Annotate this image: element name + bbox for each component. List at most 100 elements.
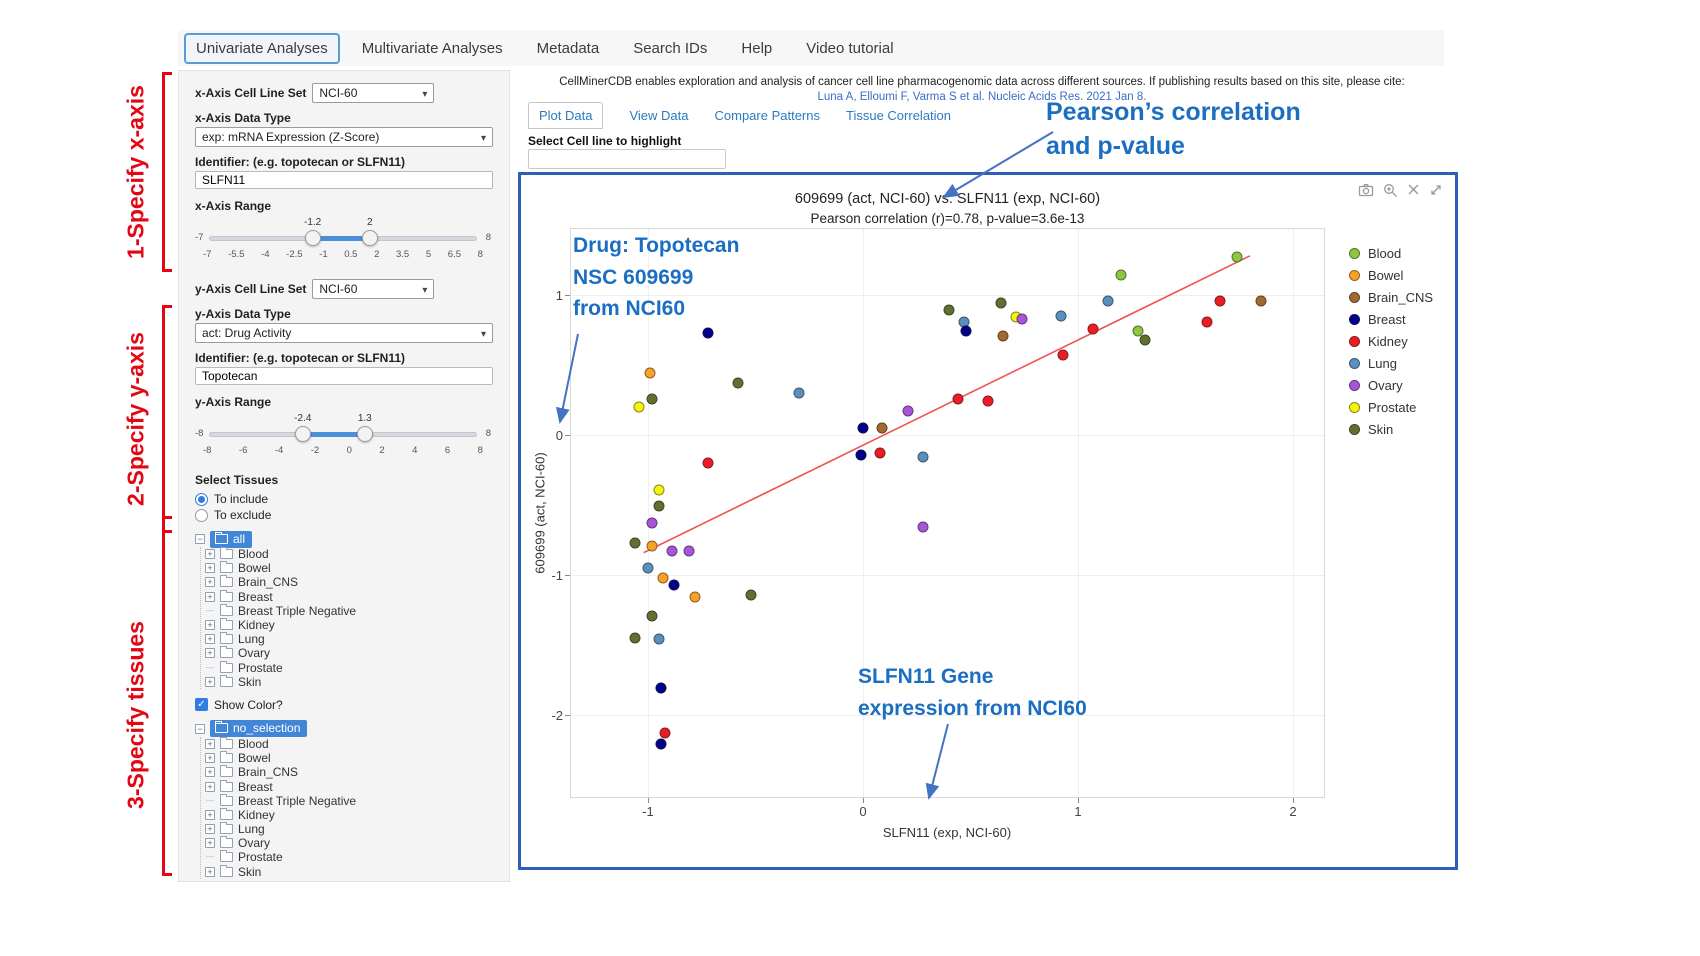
y-range-slider[interactable]: -88-2.41.3-8-6-4-202468 — [195, 413, 491, 459]
tree-nosel-item-lung[interactable]: +Lung — [205, 822, 493, 836]
camera-icon[interactable] — [1358, 183, 1374, 198]
data-point-kidney[interactable] — [1214, 295, 1225, 306]
expand-plus-icon[interactable]: + — [205, 739, 215, 749]
data-point-prostate[interactable] — [653, 484, 664, 495]
data-point-skin[interactable] — [944, 305, 955, 316]
expand-plus-icon[interactable]: + — [205, 563, 215, 573]
expand-plus-icon[interactable]: + — [205, 753, 215, 763]
close-icon[interactable] — [1407, 183, 1420, 198]
tree-nosel-item-brain-cns[interactable]: +Brain_CNS — [205, 765, 493, 779]
tree-nosel-root-expander[interactable]: − — [195, 724, 205, 734]
data-point-bowel[interactable] — [645, 368, 656, 379]
data-point-kidney[interactable] — [982, 396, 993, 407]
data-point-bowel[interactable] — [690, 592, 701, 603]
expand-plus-icon[interactable]: + — [205, 810, 215, 820]
tissue-exclude-option[interactable]: To exclude — [195, 507, 493, 523]
data-point-ovary[interactable] — [666, 546, 677, 557]
tree-nosel-item-breast-triple-negative[interactable]: —Breast Triple Negative — [205, 794, 493, 808]
tree-nosel-root[interactable]: no_selection — [210, 720, 307, 737]
tab-compare-patterns[interactable]: Compare Patterns — [715, 108, 821, 123]
tab-plot-data[interactable]: Plot Data — [528, 102, 603, 129]
data-point-skin[interactable] — [653, 501, 664, 512]
nav-help[interactable]: Help — [729, 33, 784, 64]
show-color-option[interactable]: Show Color? — [195, 697, 493, 713]
data-point-breast[interactable] — [655, 683, 666, 694]
data-point-blood[interactable] — [1232, 252, 1243, 263]
tree-all-root-expander[interactable]: − — [195, 534, 205, 544]
legend-item-brain-cns[interactable]: Brain_CNS — [1349, 291, 1433, 304]
legend-item-kidney[interactable]: Kidney — [1349, 335, 1433, 348]
expand-plus-icon[interactable]: + — [205, 648, 215, 658]
expand-plus-icon[interactable]: + — [205, 592, 215, 602]
data-point-breast[interactable] — [703, 327, 714, 338]
legend-item-lung[interactable]: Lung — [1349, 357, 1433, 370]
data-point-brain-cns[interactable] — [997, 330, 1008, 341]
y-cell-line-set-select[interactable]: NCI-60 — [312, 279, 434, 299]
x-data-type-select[interactable]: exp: mRNA Expression (Z-Score) — [195, 127, 493, 147]
expand-plus-icon[interactable]: + — [205, 824, 215, 834]
x-range-slider[interactable]: -78-1.22-7-5.5-4-2.5-10.523.556.58 — [195, 217, 491, 263]
data-point-kidney[interactable] — [703, 458, 714, 469]
data-point-ovary[interactable] — [683, 546, 694, 557]
data-point-skin[interactable] — [647, 610, 658, 621]
highlight-cell-line-input[interactable] — [528, 149, 726, 169]
x-range-handle-low[interactable] — [305, 230, 321, 246]
data-point-prostate[interactable] — [634, 402, 645, 413]
tree-all-item-breast-triple-negative[interactable]: —Breast Triple Negative — [205, 604, 493, 618]
y-data-type-select[interactable]: act: Drug Activity — [195, 323, 493, 343]
data-point-lung[interactable] — [1055, 311, 1066, 322]
data-point-breast[interactable] — [855, 449, 866, 460]
data-point-skin[interactable] — [733, 378, 744, 389]
show-color-checkbox[interactable] — [195, 698, 208, 711]
data-point-kidney[interactable] — [875, 448, 886, 459]
data-point-ovary[interactable] — [918, 522, 929, 533]
tree-all-item-kidney[interactable]: +Kidney — [205, 618, 493, 632]
tree-all-item-brain-cns[interactable]: +Brain_CNS — [205, 575, 493, 589]
data-point-skin[interactable] — [746, 589, 757, 600]
data-point-kidney[interactable] — [1057, 350, 1068, 361]
nav-search-ids[interactable]: Search IDs — [621, 33, 719, 64]
tree-nosel-item-breast[interactable]: +Breast — [205, 779, 493, 793]
data-point-breast[interactable] — [961, 326, 972, 337]
tree-all-root[interactable]: all — [210, 531, 252, 548]
data-point-ovary[interactable] — [647, 518, 658, 529]
nav-video-tutorial[interactable]: Video tutorial — [794, 33, 905, 64]
data-point-lung[interactable] — [643, 563, 654, 574]
data-point-skin[interactable] — [647, 393, 658, 404]
legend-item-bowel[interactable]: Bowel — [1349, 269, 1433, 282]
tree-all-item-bowel[interactable]: +Bowel — [205, 561, 493, 575]
tree-all-item-skin[interactable]: +Skin — [205, 675, 493, 689]
nav-multivariate-analyses[interactable]: Multivariate Analyses — [350, 33, 515, 64]
tree-nosel-item-skin[interactable]: +Skin — [205, 865, 493, 879]
legend-item-ovary[interactable]: Ovary — [1349, 379, 1433, 392]
data-point-bowel[interactable] — [658, 572, 669, 583]
data-point-breast[interactable] — [858, 423, 869, 434]
expand-icon[interactable] — [1429, 183, 1443, 198]
data-point-kidney[interactable] — [660, 728, 671, 739]
data-point-kidney[interactable] — [1088, 323, 1099, 334]
data-point-brain-cns[interactable] — [1255, 295, 1266, 306]
y-range-handle-high[interactable] — [357, 426, 373, 442]
data-point-kidney[interactable] — [1202, 316, 1213, 327]
tree-all-item-blood[interactable]: +Blood — [205, 547, 493, 561]
legend-item-skin[interactable]: Skin — [1349, 423, 1433, 436]
zoom-in-icon[interactable] — [1383, 183, 1398, 198]
data-point-skin[interactable] — [1139, 334, 1150, 345]
tree-nosel-item-prostate[interactable]: —Prostate — [205, 850, 493, 864]
expand-plus-icon[interactable]: + — [205, 634, 215, 644]
data-point-lung[interactable] — [1103, 295, 1114, 306]
nav-univariate-analyses[interactable]: Univariate Analyses — [184, 33, 340, 64]
tissue-include-option[interactable]: To include — [195, 491, 493, 507]
expand-plus-icon[interactable]: + — [205, 677, 215, 687]
data-point-skin[interactable] — [630, 537, 641, 548]
data-point-skin[interactable] — [630, 633, 641, 644]
expand-plus-icon[interactable]: + — [205, 838, 215, 848]
data-point-skin[interactable] — [995, 298, 1006, 309]
legend-item-breast[interactable]: Breast — [1349, 313, 1433, 326]
tree-all-item-breast[interactable]: +Breast — [205, 590, 493, 604]
nav-metadata[interactable]: Metadata — [525, 33, 612, 64]
data-point-brain-cns[interactable] — [877, 423, 888, 434]
x-range-handle-high[interactable] — [362, 230, 378, 246]
radio-include-icon[interactable] — [195, 493, 208, 506]
tab-tissue-correlation[interactable]: Tissue Correlation — [846, 108, 951, 123]
